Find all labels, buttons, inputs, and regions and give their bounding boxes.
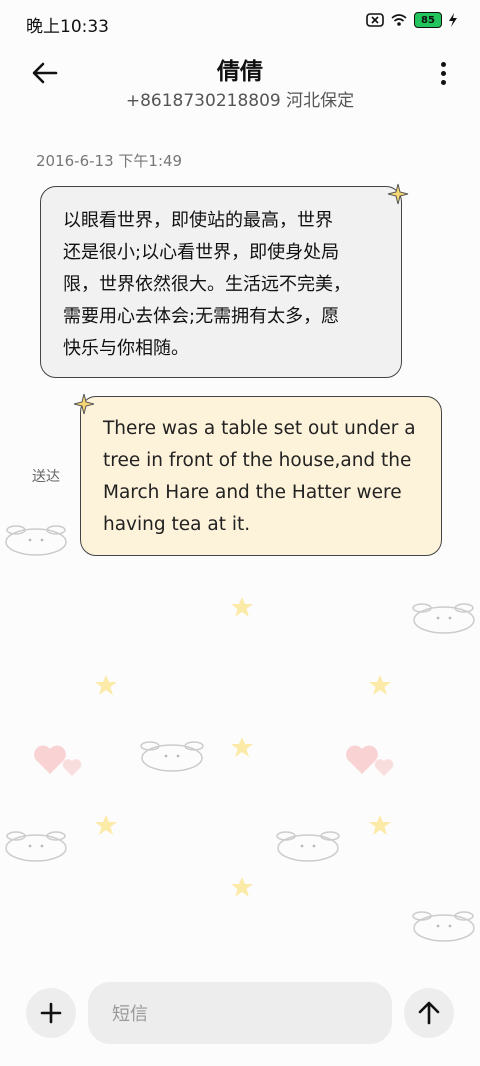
sheep-doodle-icon	[5, 831, 67, 862]
star-doodle-icon	[231, 597, 253, 617]
message-line: 限，世界依然很大。生活远不完美，	[63, 274, 351, 295]
message-line: having tea at it.	[103, 514, 251, 535]
star-doodle-icon	[369, 675, 391, 695]
sheep-doodle-icon	[5, 525, 67, 556]
message-line: tree in front of the house,and the	[103, 450, 412, 471]
status-bar: 晚上10:33 85	[0, 0, 480, 44]
message-line: March Hare and the Hatter were	[103, 482, 402, 503]
sparkle-icon	[73, 393, 95, 415]
message-input[interactable]: 短信	[88, 982, 392, 1044]
message-input-placeholder: 短信	[112, 1004, 148, 1025]
sparkle-icon	[387, 183, 409, 205]
conversation-header: 倩倩 +8618730218809 河北保定	[0, 48, 480, 118]
charging-icon	[449, 13, 457, 27]
sheep-doodle-icon	[140, 741, 204, 772]
star-doodle-icon	[231, 737, 253, 757]
message-line: 以眼看世界，即使站的最高，世界	[63, 210, 333, 231]
send-arrow-icon	[418, 1001, 440, 1025]
star-doodle-icon	[369, 815, 391, 835]
status-time: 晚上10:33	[26, 17, 109, 37]
no-sim-icon	[366, 13, 384, 27]
star-doodle-icon	[95, 675, 117, 695]
star-doodle-icon	[231, 877, 253, 897]
wifi-icon	[391, 14, 407, 26]
sheep-doodle-icon	[276, 831, 340, 862]
message-composer: 短信	[0, 980, 480, 1046]
battery-icon: 85	[414, 12, 442, 28]
battery-level: 85	[421, 14, 435, 26]
more-options-button[interactable]	[436, 56, 450, 90]
heart-doodle-icon	[346, 745, 394, 776]
send-button[interactable]	[404, 988, 454, 1038]
incoming-message-bubble[interactable]: 以眼看世界，即使站的最高，世界 还是很小;以心看世界，即使身处局 限，世界依然很…	[40, 186, 402, 378]
message-line: 需要用心去体会;无需拥有太多，愿	[63, 306, 340, 327]
more-vertical-icon	[440, 61, 446, 67]
delivery-status: 送达	[32, 469, 60, 485]
sheep-doodle-icon	[412, 603, 475, 634]
contact-name: 倩倩	[217, 59, 263, 85]
sheep-doodle-icon	[412, 911, 475, 942]
add-attachment-button[interactable]	[26, 988, 76, 1038]
message-line: 还是很小;以心看世界，即使身处局	[63, 242, 340, 263]
message-line: 快乐与你相随。	[63, 338, 189, 359]
outgoing-message-bubble[interactable]: There was a table set out under a tree i…	[80, 396, 442, 556]
status-icons: 85	[366, 12, 458, 28]
message-line: There was a table set out under a	[103, 418, 416, 439]
contact-detail: +8618730218809 河北保定	[125, 91, 355, 111]
heart-doodle-icon	[34, 745, 82, 776]
plus-icon	[40, 1002, 62, 1024]
star-doodle-icon	[95, 815, 117, 835]
message-timestamp: 2016-6-13 下午1:49	[36, 152, 183, 170]
